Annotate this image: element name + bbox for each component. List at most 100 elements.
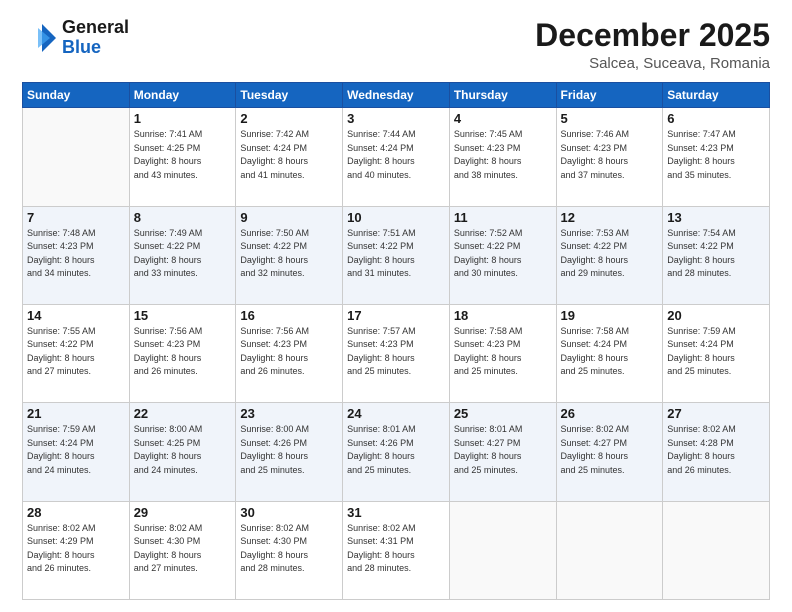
day-info: Sunrise: 7:53 AMSunset: 4:22 PMDaylight:… [561, 227, 659, 281]
day-info-line: Daylight: 8 hours [240, 352, 338, 366]
day-info-line: Daylight: 8 hours [561, 254, 659, 268]
day-number: 23 [240, 406, 338, 421]
calendar-cell: 8Sunrise: 7:49 AMSunset: 4:22 PMDaylight… [129, 206, 236, 304]
calendar-week-row: 14Sunrise: 7:55 AMSunset: 4:22 PMDayligh… [23, 304, 770, 402]
logo-text: General Blue [62, 18, 129, 58]
page: General Blue December 2025 Salcea, Sucea… [0, 0, 792, 612]
day-info-line: Daylight: 8 hours [667, 254, 765, 268]
day-info-line: Sunset: 4:23 PM [454, 142, 552, 156]
day-info: Sunrise: 7:51 AMSunset: 4:22 PMDaylight:… [347, 227, 445, 281]
day-info-line: Sunrise: 8:02 AM [667, 423, 765, 437]
day-info-line: Daylight: 8 hours [454, 450, 552, 464]
calendar-cell [449, 501, 556, 599]
calendar-header-saturday: Saturday [663, 83, 770, 108]
logo-general: General [62, 17, 129, 37]
day-info-line: Sunrise: 7:55 AM [27, 325, 125, 339]
day-info-line: Daylight: 8 hours [134, 155, 232, 169]
day-info-line: Sunset: 4:25 PM [134, 437, 232, 451]
day-info-line: Sunrise: 7:44 AM [347, 128, 445, 142]
day-info-line: Sunset: 4:22 PM [561, 240, 659, 254]
day-info-line: and 24 minutes. [27, 464, 125, 478]
calendar-cell: 15Sunrise: 7:56 AMSunset: 4:23 PMDayligh… [129, 304, 236, 402]
day-info: Sunrise: 8:00 AMSunset: 4:25 PMDaylight:… [134, 423, 232, 477]
day-info-line: Sunset: 4:26 PM [347, 437, 445, 451]
day-info-line: Daylight: 8 hours [347, 254, 445, 268]
day-number: 17 [347, 308, 445, 323]
day-info-line: and 41 minutes. [240, 169, 338, 183]
calendar-cell: 2Sunrise: 7:42 AMSunset: 4:24 PMDaylight… [236, 108, 343, 206]
day-info-line: Sunset: 4:26 PM [240, 437, 338, 451]
day-number: 6 [667, 111, 765, 126]
day-info-line: and 26 minutes. [667, 464, 765, 478]
day-number: 1 [134, 111, 232, 126]
day-info-line: Sunrise: 8:02 AM [240, 522, 338, 536]
day-info-line: Sunset: 4:24 PM [27, 437, 125, 451]
location-title: Salcea, Suceava, Romania [535, 55, 770, 72]
calendar-cell: 13Sunrise: 7:54 AMSunset: 4:22 PMDayligh… [663, 206, 770, 304]
day-info-line: Sunrise: 7:51 AM [347, 227, 445, 241]
day-info-line: Daylight: 8 hours [27, 352, 125, 366]
day-number: 25 [454, 406, 552, 421]
day-info-line: Sunrise: 7:42 AM [240, 128, 338, 142]
header: General Blue December 2025 Salcea, Sucea… [22, 18, 770, 72]
calendar-cell: 27Sunrise: 8:02 AMSunset: 4:28 PMDayligh… [663, 403, 770, 501]
calendar-header-monday: Monday [129, 83, 236, 108]
day-info-line: and 40 minutes. [347, 169, 445, 183]
day-info-line: Sunrise: 7:50 AM [240, 227, 338, 241]
day-info-line: Sunrise: 7:58 AM [454, 325, 552, 339]
day-info-line: and 31 minutes. [347, 267, 445, 281]
day-info-line: and 43 minutes. [134, 169, 232, 183]
day-info-line: Daylight: 8 hours [667, 352, 765, 366]
day-info: Sunrise: 8:02 AMSunset: 4:30 PMDaylight:… [134, 522, 232, 576]
day-number: 24 [347, 406, 445, 421]
day-info-line: Daylight: 8 hours [240, 155, 338, 169]
day-info-line: and 33 minutes. [134, 267, 232, 281]
day-info: Sunrise: 8:02 AMSunset: 4:30 PMDaylight:… [240, 522, 338, 576]
day-info-line: and 37 minutes. [561, 169, 659, 183]
day-info-line: Sunset: 4:29 PM [27, 535, 125, 549]
day-number: 28 [27, 505, 125, 520]
day-info: Sunrise: 8:02 AMSunset: 4:28 PMDaylight:… [667, 423, 765, 477]
title-block: December 2025 Salcea, Suceava, Romania [535, 18, 770, 72]
calendar-cell: 14Sunrise: 7:55 AMSunset: 4:22 PMDayligh… [23, 304, 130, 402]
day-info-line: Sunset: 4:24 PM [561, 338, 659, 352]
day-number: 4 [454, 111, 552, 126]
day-info-line: and 34 minutes. [27, 267, 125, 281]
calendar-cell: 3Sunrise: 7:44 AMSunset: 4:24 PMDaylight… [343, 108, 450, 206]
calendar-cell: 7Sunrise: 7:48 AMSunset: 4:23 PMDaylight… [23, 206, 130, 304]
day-info-line: and 38 minutes. [454, 169, 552, 183]
day-info-line: Daylight: 8 hours [454, 155, 552, 169]
day-number: 14 [27, 308, 125, 323]
day-info-line: Daylight: 8 hours [561, 352, 659, 366]
logo-icon [22, 20, 58, 56]
calendar-header-sunday: Sunday [23, 83, 130, 108]
day-info-line: and 25 minutes. [454, 464, 552, 478]
calendar-cell: 1Sunrise: 7:41 AMSunset: 4:25 PMDaylight… [129, 108, 236, 206]
day-number: 22 [134, 406, 232, 421]
day-info-line: Daylight: 8 hours [561, 450, 659, 464]
calendar-table: SundayMondayTuesdayWednesdayThursdayFrid… [22, 82, 770, 600]
day-info-line: Sunrise: 7:49 AM [134, 227, 232, 241]
day-number: 26 [561, 406, 659, 421]
day-info: Sunrise: 7:52 AMSunset: 4:22 PMDaylight:… [454, 227, 552, 281]
day-info-line: Sunrise: 8:01 AM [454, 423, 552, 437]
calendar-header-wednesday: Wednesday [343, 83, 450, 108]
calendar-cell: 20Sunrise: 7:59 AMSunset: 4:24 PMDayligh… [663, 304, 770, 402]
day-info-line: Daylight: 8 hours [347, 352, 445, 366]
day-info-line: Sunset: 4:22 PM [667, 240, 765, 254]
calendar-cell: 5Sunrise: 7:46 AMSunset: 4:23 PMDaylight… [556, 108, 663, 206]
calendar-week-row: 1Sunrise: 7:41 AMSunset: 4:25 PMDaylight… [23, 108, 770, 206]
day-info-line: Sunset: 4:31 PM [347, 535, 445, 549]
day-info-line: Sunset: 4:27 PM [454, 437, 552, 451]
calendar-header-row: SundayMondayTuesdayWednesdayThursdayFrid… [23, 83, 770, 108]
day-info-line: Daylight: 8 hours [134, 352, 232, 366]
day-info-line: Daylight: 8 hours [134, 549, 232, 563]
calendar-cell: 29Sunrise: 8:02 AMSunset: 4:30 PMDayligh… [129, 501, 236, 599]
day-info-line: and 26 minutes. [134, 365, 232, 379]
day-info-line: and 28 minutes. [240, 562, 338, 576]
day-info-line: and 28 minutes. [347, 562, 445, 576]
day-info-line: Sunrise: 7:59 AM [667, 325, 765, 339]
day-number: 11 [454, 210, 552, 225]
calendar-cell: 24Sunrise: 8:01 AMSunset: 4:26 PMDayligh… [343, 403, 450, 501]
day-info: Sunrise: 7:59 AMSunset: 4:24 PMDaylight:… [27, 423, 125, 477]
